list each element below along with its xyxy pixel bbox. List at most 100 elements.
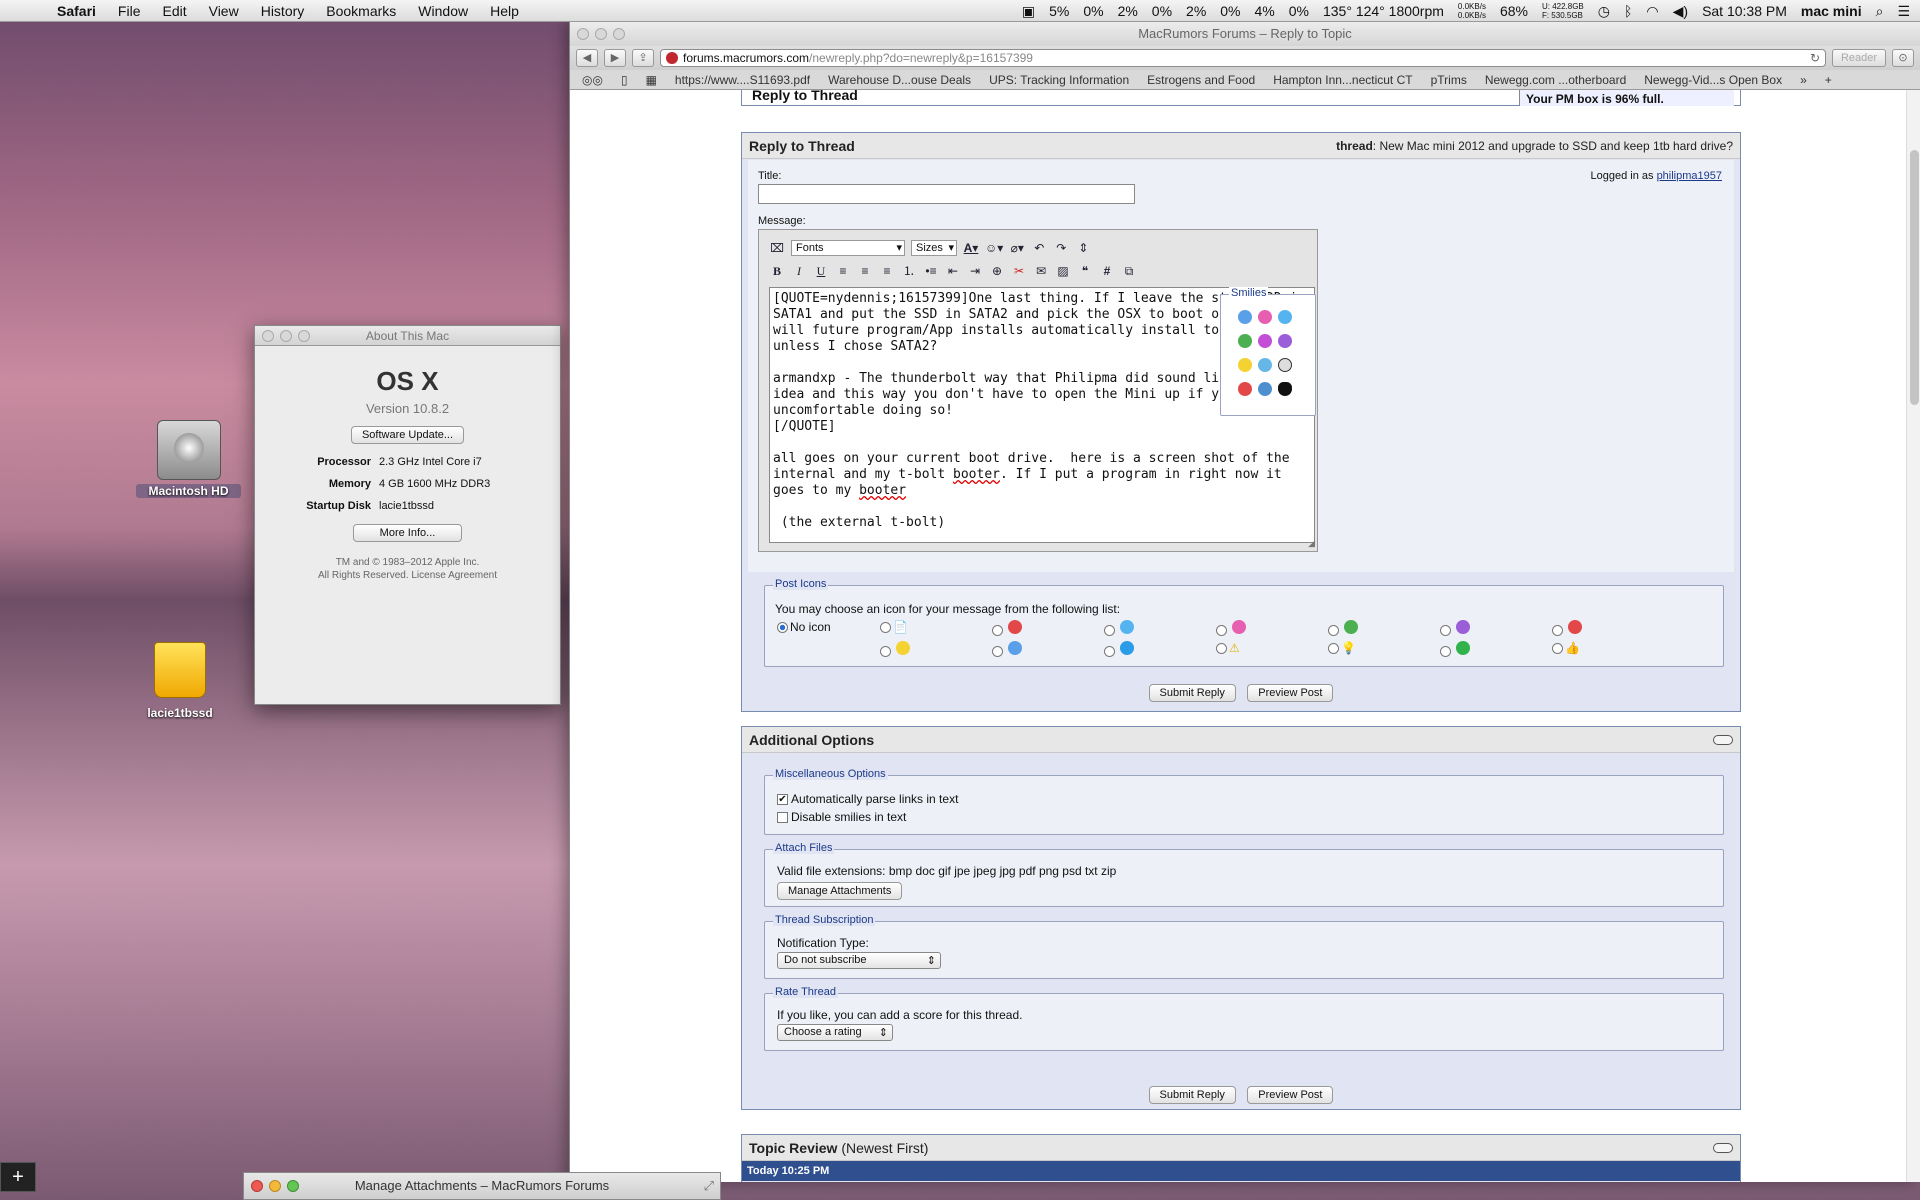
ordered-list-icon[interactable]: ⒈ <box>901 263 917 279</box>
bookmark-item[interactable]: Warehouse D...ouse Deals <box>828 73 971 87</box>
post-icon-option[interactable] <box>1216 620 1328 637</box>
cool-icon[interactable] <box>1238 310 1252 324</box>
smile-icon[interactable] <box>1278 310 1292 324</box>
bookmark-item[interactable]: Hampton Inn...necticut CT <box>1273 73 1412 87</box>
radio[interactable] <box>1328 625 1339 637</box>
add-icon[interactable]: + <box>0 1162 36 1192</box>
post-icon-option[interactable] <box>1552 620 1664 637</box>
radio[interactable] <box>992 625 1003 637</box>
title-input[interactable] <box>758 184 1135 204</box>
bookmarks-icon[interactable]: ▯ <box>621 73 628 87</box>
fullscreen-icon[interactable]: ⤢ <box>704 1173 714 1199</box>
redo-icon[interactable]: ↷ <box>1053 240 1069 256</box>
notification-select[interactable]: Do not subscribe ⇕ <box>777 952 941 969</box>
radio[interactable] <box>1552 643 1563 655</box>
menu-history[interactable]: History <box>250 3 316 19</box>
username-link[interactable]: philipma1957 <box>1657 170 1722 182</box>
bookmark-item[interactable]: https://www....S11693.pdf <box>675 73 810 87</box>
radio[interactable] <box>1216 643 1227 655</box>
bold-icon[interactable]: B <box>769 263 785 279</box>
laugh-icon[interactable] <box>1258 334 1272 348</box>
no-icon-option[interactable]: No icon <box>777 620 831 634</box>
sizes-select[interactable]: Sizes ▾ <box>911 240 957 256</box>
minimize-icon[interactable] <box>269 1180 281 1192</box>
forward-icon[interactable]: ▶ <box>604 49 626 67</box>
post-icon-option[interactable] <box>992 620 1104 637</box>
underline-icon[interactable]: U <box>813 263 829 279</box>
reload-icon[interactable]: ↻ <box>1810 50 1820 66</box>
image-icon[interactable]: ▨ <box>1055 263 1071 279</box>
happy-icon[interactable] <box>1238 358 1252 372</box>
more-info-button[interactable]: More Info... <box>352 524 463 542</box>
align-right-icon[interactable]: ≡ <box>879 263 895 279</box>
software-update-button[interactable]: Software Update... <box>350 426 465 444</box>
menu-app[interactable]: Safari <box>46 3 107 19</box>
post-icon-option[interactable] <box>880 641 992 658</box>
mad-icon[interactable] <box>1238 382 1252 396</box>
php-icon[interactable]: ⧉ <box>1121 263 1137 279</box>
bookmark-item[interactable]: UPS: Tracking Information <box>989 73 1129 87</box>
wifi-icon[interactable]: ◠ <box>1646 3 1658 20</box>
eek-icon[interactable] <box>1278 358 1292 372</box>
disable-smilies-checkbox[interactable] <box>777 812 788 824</box>
desktop-icon-macintosh-hd[interactable]: Macintosh HD <box>136 420 241 498</box>
post-icon-option[interactable]: 📄 <box>880 620 992 637</box>
radio[interactable] <box>1440 646 1451 658</box>
email-icon[interactable]: ✉ <box>1033 263 1049 279</box>
apple-smilie-icon[interactable] <box>1278 382 1292 396</box>
no-icon-radio[interactable] <box>777 622 788 634</box>
vertical-scrollbar[interactable] <box>1906 90 1920 1182</box>
scroll-thumb[interactable] <box>1910 150 1919 405</box>
rating-select[interactable]: Choose a rating ⇕ <box>777 1024 893 1041</box>
post-icon-option[interactable] <box>992 641 1104 658</box>
back-icon[interactable]: ◀ <box>576 49 598 67</box>
menu-bookmarks[interactable]: Bookmarks <box>315 3 407 19</box>
post-icon-option[interactable] <box>1440 641 1552 658</box>
resize-handle-icon[interactable]: ◢ <box>1308 538 1315 549</box>
align-left-icon[interactable]: ≡ <box>835 263 851 279</box>
preview-post-button-2[interactable]: Preview Post <box>1247 1086 1334 1104</box>
submit-reply-button[interactable]: Submit Reply <box>1148 684 1236 702</box>
radio[interactable] <box>880 622 891 634</box>
time-machine-icon[interactable]: ◷ <box>1598 3 1610 20</box>
notification-center-icon[interactable]: ☰ <box>1897 3 1910 20</box>
bookmark-item[interactable]: pTrims <box>1431 73 1467 87</box>
top-sites-icon[interactable]: ▦ <box>646 73 657 87</box>
disable-smilies-option[interactable]: Disable smilies in text <box>777 810 906 824</box>
menu-view[interactable]: View <box>198 3 250 19</box>
screen-icon[interactable]: ▣ <box>1022 3 1035 20</box>
new-tab-icon[interactable]: + <box>1825 73 1832 87</box>
bookmark-item[interactable]: Newegg.com ...otherboard <box>1485 73 1626 87</box>
menu-file[interactable]: File <box>107 3 152 19</box>
post-icon-option[interactable] <box>1440 620 1552 637</box>
indent-icon[interactable]: ⇥ <box>967 263 983 279</box>
post-icon-option[interactable] <box>1328 620 1440 637</box>
frown-icon[interactable] <box>1258 382 1272 396</box>
post-icon-option[interactable] <box>1104 641 1216 658</box>
confused-icon[interactable] <box>1258 358 1272 372</box>
collapse-icon[interactable] <box>1713 1143 1733 1153</box>
fonts-select[interactable]: Fonts ▾ <box>791 240 905 256</box>
reading-list-icon[interactable]: ◎◎ <box>582 73 603 87</box>
bookmark-item[interactable]: Estrogens and Food <box>1147 73 1255 87</box>
address-bar[interactable]: forums.macrumors.com/newreply.php?do=new… <box>660 49 1826 67</box>
italic-icon[interactable]: I <box>791 263 807 279</box>
link-icon[interactable]: ⊕ <box>989 263 1005 279</box>
menu-window[interactable]: Window <box>407 3 479 19</box>
radio[interactable] <box>880 646 891 658</box>
manage-attachments-window[interactable]: Manage Attachments – MacRumors Forums ⤢ <box>243 1172 721 1200</box>
post-icon-option[interactable] <box>1104 620 1216 637</box>
parse-links-option[interactable]: ✔ Automatically parse links in text <box>777 792 958 806</box>
radio[interactable] <box>1104 646 1115 658</box>
hash-icon[interactable]: # <box>1099 263 1115 279</box>
license-link[interactable]: License Agreement <box>411 570 497 581</box>
downloads-icon[interactable]: ⊙ <box>1892 49 1914 67</box>
zoom-icon[interactable] <box>298 330 310 342</box>
volume-icon[interactable]: ◀) <box>1673 3 1688 20</box>
desktop-icon-lacie[interactable]: lacie1tbssd <box>128 642 232 720</box>
resize-icon[interactable]: ⇕ <box>1075 240 1091 256</box>
close-icon[interactable] <box>262 330 274 342</box>
radio[interactable] <box>1216 625 1227 637</box>
battery-percent[interactable]: 68% <box>1500 3 1528 19</box>
tongue-icon[interactable] <box>1258 310 1272 324</box>
